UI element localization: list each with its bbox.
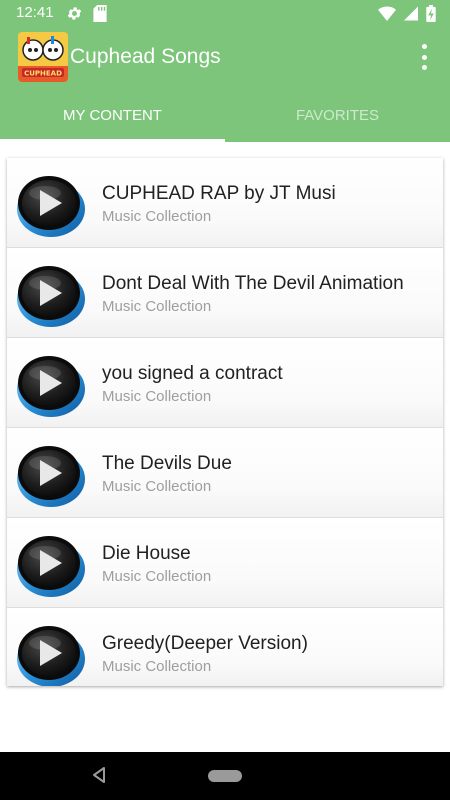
status-time: 12:41 (16, 4, 54, 21)
song-title: CUPHEAD RAP by JT Musi (102, 183, 336, 204)
song-list: CUPHEAD RAP by JT Musi Music Collection … (7, 158, 443, 686)
play-icon (15, 441, 87, 509)
list-item[interactable]: Dont Deal With The Devil Animation Music… (7, 248, 443, 338)
play-icon (15, 351, 87, 419)
tab-my-content[interactable]: MY CONTENT (0, 88, 225, 142)
tab-indicator (0, 139, 225, 142)
song-title: Dont Deal With The Devil Animation (102, 273, 404, 294)
home-icon[interactable] (208, 770, 242, 782)
app-bar: CUPHEAD Cuphead Songs (0, 26, 450, 88)
overflow-menu-icon[interactable] (412, 42, 436, 72)
list-item[interactable]: you signed a contract Music Collection (7, 338, 443, 428)
app-logo: CUPHEAD (18, 32, 68, 82)
signal-icon (404, 6, 418, 21)
tab-label: FAVORITES (295, 107, 380, 124)
song-title: Greedy(Deeper Version) (102, 633, 308, 654)
sd-card-icon (93, 5, 107, 22)
app-logo-text: CUPHEAD (24, 70, 62, 78)
tab-favorites[interactable]: FAVORITES (225, 88, 450, 142)
song-title: The Devils Due (102, 453, 232, 474)
song-subtitle: Music Collection (102, 298, 212, 315)
song-subtitle: Music Collection (102, 478, 212, 495)
tab-label: MY CONTENT (63, 107, 162, 124)
list-item[interactable]: Die House Music Collection (7, 518, 443, 608)
status-bar: 12:41 (0, 0, 450, 26)
song-title: Die House (102, 543, 191, 564)
list-item[interactable]: Greedy(Deeper Version) Music Collection (7, 608, 443, 686)
list-item[interactable]: The Devils Due Music Collection (7, 428, 443, 518)
song-subtitle: Music Collection (102, 658, 212, 675)
tab-bar: MY CONTENT FAVORITES (0, 88, 450, 142)
app-title: Cuphead Songs (70, 45, 221, 68)
song-subtitle: Music Collection (102, 388, 212, 405)
song-title: you signed a contract (102, 363, 283, 384)
play-icon (15, 171, 87, 239)
list-item[interactable]: CUPHEAD RAP by JT Musi Music Collection (7, 158, 443, 248)
song-subtitle: Music Collection (102, 208, 212, 225)
play-icon (15, 531, 87, 599)
song-subtitle: Music Collection (102, 568, 212, 585)
play-icon (15, 261, 87, 329)
settings-gear-icon (67, 7, 82, 20)
back-icon[interactable] (92, 766, 106, 784)
play-icon (15, 621, 87, 686)
battery-charging-icon (426, 5, 436, 22)
wifi-icon (378, 6, 396, 21)
navigation-bar (0, 752, 450, 800)
